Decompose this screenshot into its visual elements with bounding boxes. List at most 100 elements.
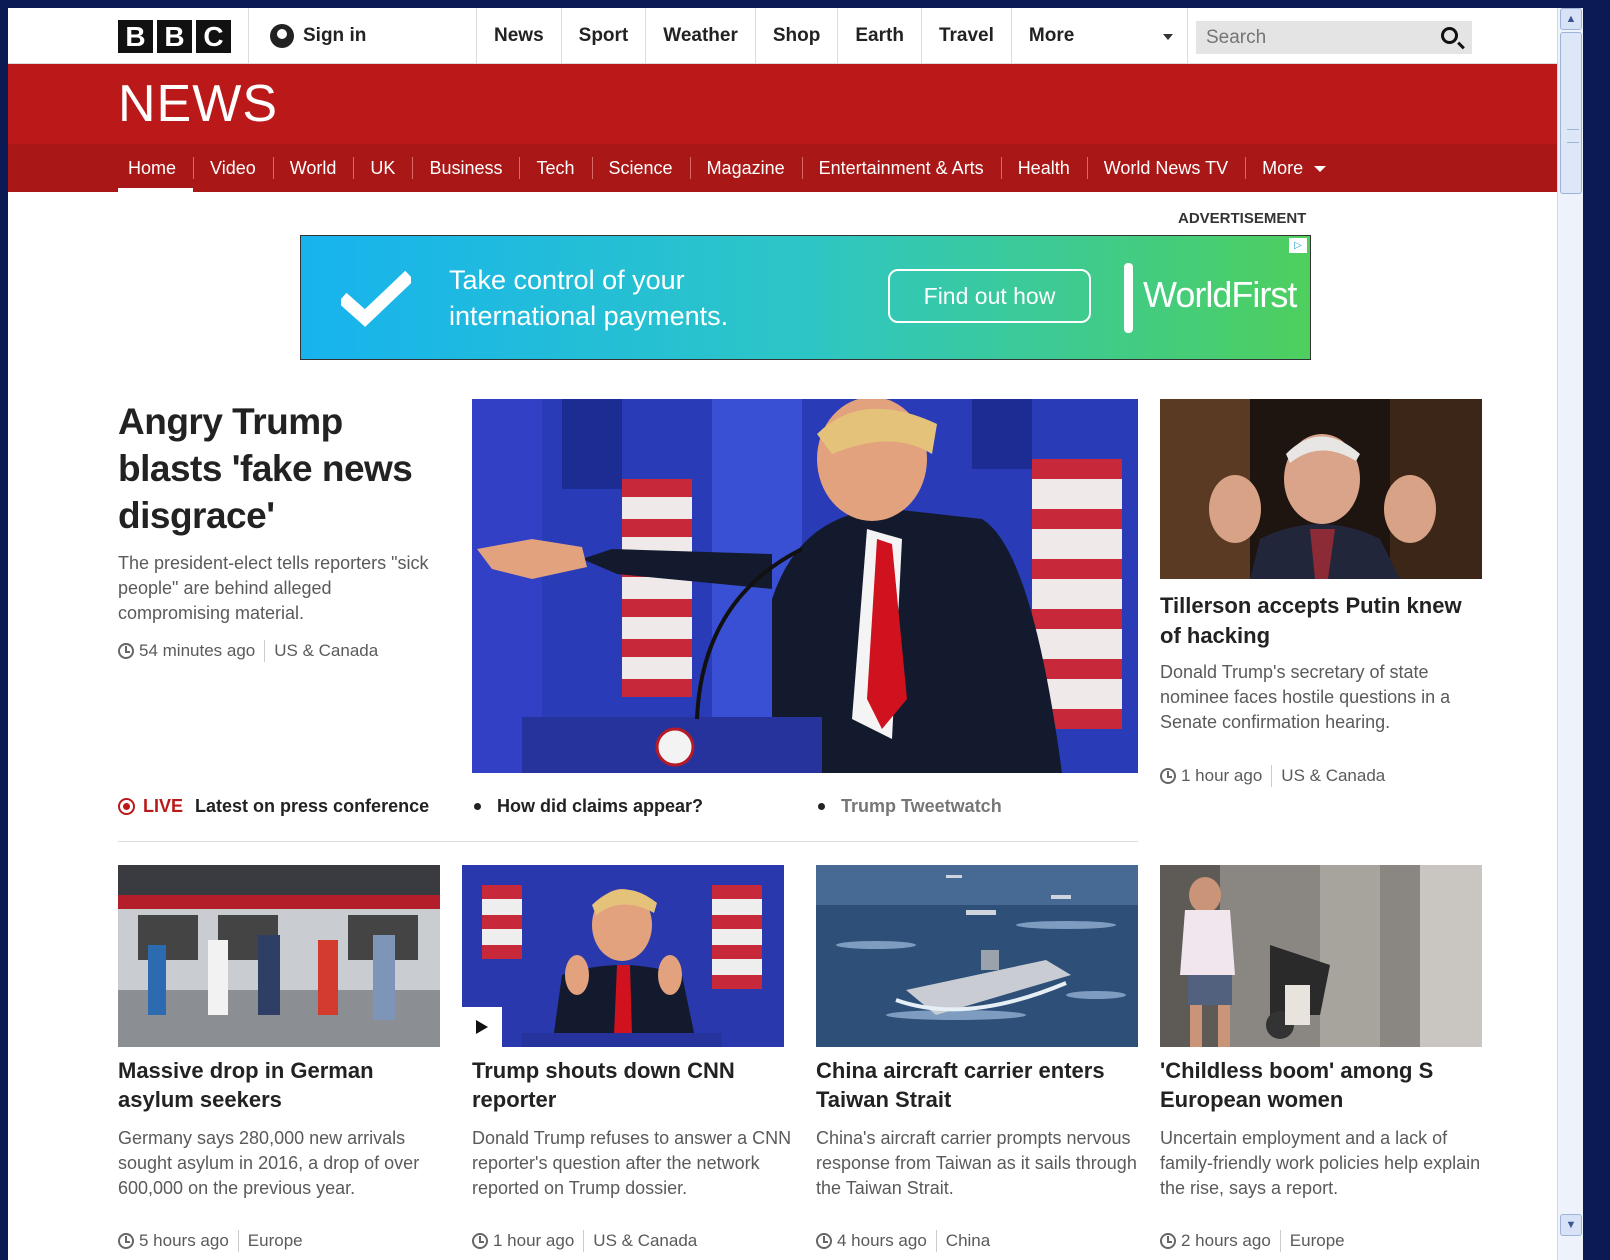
sign-in-link[interactable]: Sign in (270, 24, 366, 48)
section-world[interactable]: World (272, 144, 354, 192)
section-nav: Home Video World UK Business Tech Scienc… (8, 144, 1557, 192)
global-more-label: More (1028, 25, 1075, 46)
global-nav-news[interactable]: News (476, 8, 561, 64)
section-business[interactable]: Business (412, 144, 519, 192)
card-image-childless[interactable] (1160, 865, 1482, 1047)
section-entertainment-arts[interactable]: Entertainment & Arts (801, 144, 1001, 192)
global-nav-more[interactable]: More (1010, 8, 1187, 64)
sign-in-label: Sign in (303, 25, 367, 46)
section-world-news-tv[interactable]: World News TV (1086, 144, 1245, 192)
side-photo (1160, 399, 1482, 579)
card-headline[interactable]: 'Childless boom' among S European women (1160, 1056, 1482, 1114)
side-story-section-link[interactable]: US & Canada (1281, 766, 1385, 786)
card-section-link[interactable]: Europe (1290, 1231, 1345, 1251)
search-icon[interactable] (1441, 27, 1458, 44)
section-uk[interactable]: UK (353, 144, 412, 192)
lead-section-link[interactable]: US & Canada (274, 641, 378, 661)
divider (248, 8, 249, 64)
section-health[interactable]: Health (1000, 144, 1087, 192)
logo-letter: B (118, 20, 153, 53)
card-meta: 4 hours ago China (816, 1230, 990, 1252)
scroll-down-arrow-icon[interactable]: ▼ (1560, 1214, 1582, 1236)
card-meta: 5 hours ago Europe (118, 1230, 303, 1252)
clock-icon (816, 1233, 832, 1249)
clock-icon (1160, 1233, 1176, 1249)
chevron-down-icon (1162, 34, 1173, 40)
side-story-headline[interactable]: Tillerson accepts Putin knew of hacking (1160, 591, 1480, 651)
live-link[interactable]: LIVE Latest on press conference (118, 796, 429, 817)
global-nav-shop[interactable]: Shop (754, 8, 838, 64)
checkmark-icon (341, 270, 411, 327)
card-section-link[interactable]: Europe (248, 1231, 303, 1251)
related-link-tweetwatch[interactable]: Trump Tweetwatch (818, 796, 1002, 817)
section-science[interactable]: Science (591, 144, 690, 192)
bbc-logo[interactable]: B B C (118, 20, 231, 53)
scrollbar-thumb[interactable] (1560, 32, 1582, 194)
global-nav-travel[interactable]: Travel (920, 8, 1011, 64)
live-icon (118, 798, 135, 815)
live-link-label: Latest on press conference (195, 796, 430, 816)
card-image-carrier[interactable] (816, 865, 1138, 1047)
play-icon[interactable] (462, 1007, 502, 1047)
search-box (1196, 21, 1472, 54)
section-more[interactable]: More (1245, 144, 1343, 192)
logo-letter: C (196, 20, 231, 53)
section-home[interactable]: Home (118, 144, 194, 192)
related-link-label: How did claims appear? (497, 796, 704, 816)
side-story-summary: Donald Trump's secretary of state nomine… (1160, 662, 1451, 732)
divider (1186, 8, 1188, 64)
ad-brand-logo: WorldFirst (1143, 274, 1297, 315)
browser-viewport: B B C Sign in News Sport Weather Shop Ea… (8, 8, 1583, 1260)
card-photo (816, 865, 1138, 1047)
side-story-image[interactable] (1160, 399, 1482, 579)
lead-image[interactable] (472, 399, 1138, 773)
card-headline[interactable]: Trump shouts down CNN reporter (472, 1056, 794, 1114)
card-image-cnn[interactable] (462, 865, 784, 1047)
global-nav-sport[interactable]: Sport (560, 8, 646, 64)
search-input[interactable] (1206, 26, 1426, 49)
clock-icon (1160, 768, 1176, 784)
section-more-label: More (1262, 158, 1304, 178)
related-link-label: Trump Tweetwatch (841, 796, 1002, 816)
live-tag: LIVE (143, 796, 184, 816)
ad-text: Take control of your international payme… (449, 265, 729, 331)
section-tech[interactable]: Tech (519, 144, 591, 192)
card-summary: China's aircraft carrier prompts nervous… (816, 1128, 1137, 1198)
section-magazine[interactable]: Magazine (689, 144, 802, 192)
global-header: B B C Sign in News Sport Weather Shop Ea… (8, 8, 1557, 64)
section-video[interactable]: Video (193, 144, 273, 192)
news-banner: NEWS (8, 64, 1557, 144)
global-nav-weather[interactable]: Weather (645, 8, 755, 64)
card-photo (118, 865, 440, 1047)
card-image-asylum[interactable] (118, 865, 440, 1047)
side-story-meta: 1 hour ago US & Canada (1160, 765, 1385, 787)
lead-meta: 54 minutes ago US & Canada (118, 640, 378, 662)
side-story-time: 1 hour ago (1181, 766, 1263, 785)
grip-icon (1567, 129, 1579, 143)
card-section-link[interactable]: US & Canada (593, 1231, 697, 1251)
divider (264, 640, 266, 662)
global-nav-earth[interactable]: Earth (837, 8, 921, 64)
chevron-down-icon (1314, 166, 1327, 173)
user-icon (270, 24, 294, 48)
card-headline[interactable]: China aircraft carrier enters Taiwan Str… (816, 1056, 1138, 1114)
card-time: 2 hours ago (1181, 1231, 1271, 1250)
lead-photo (472, 399, 1138, 773)
related-link-claims[interactable]: How did claims appear? (474, 796, 703, 817)
card-summary: Germany says 280,000 new arrivals sought… (118, 1128, 420, 1198)
find-out-how-button[interactable]: Find out how (888, 269, 1091, 323)
scroll-up-arrow-icon[interactable]: ▲ (1560, 8, 1582, 30)
card-section-link[interactable]: China (946, 1231, 990, 1251)
clock-icon (118, 1233, 134, 1249)
news-logo[interactable]: NEWS (118, 74, 278, 134)
vertical-scrollbar[interactable]: ▲ ▼ (1557, 8, 1583, 1260)
lead-summary: The president-elect tells reporters "sic… (118, 553, 429, 623)
lead-related-links: LIVE Latest on press conference How did … (118, 796, 1138, 842)
lead-headline[interactable]: Angry Trump blasts 'fake news disgrace' (118, 398, 428, 539)
card-headline[interactable]: Massive drop in German asylum seekers (118, 1056, 440, 1114)
advertisement-banner[interactable]: Take control of your international payme… (300, 235, 1311, 360)
card-meta: 1 hour ago US & Canada (472, 1230, 697, 1252)
clock-icon (472, 1233, 488, 1249)
adchoices-icon[interactable]: ▷ (1289, 238, 1307, 253)
divider (935, 1230, 937, 1252)
